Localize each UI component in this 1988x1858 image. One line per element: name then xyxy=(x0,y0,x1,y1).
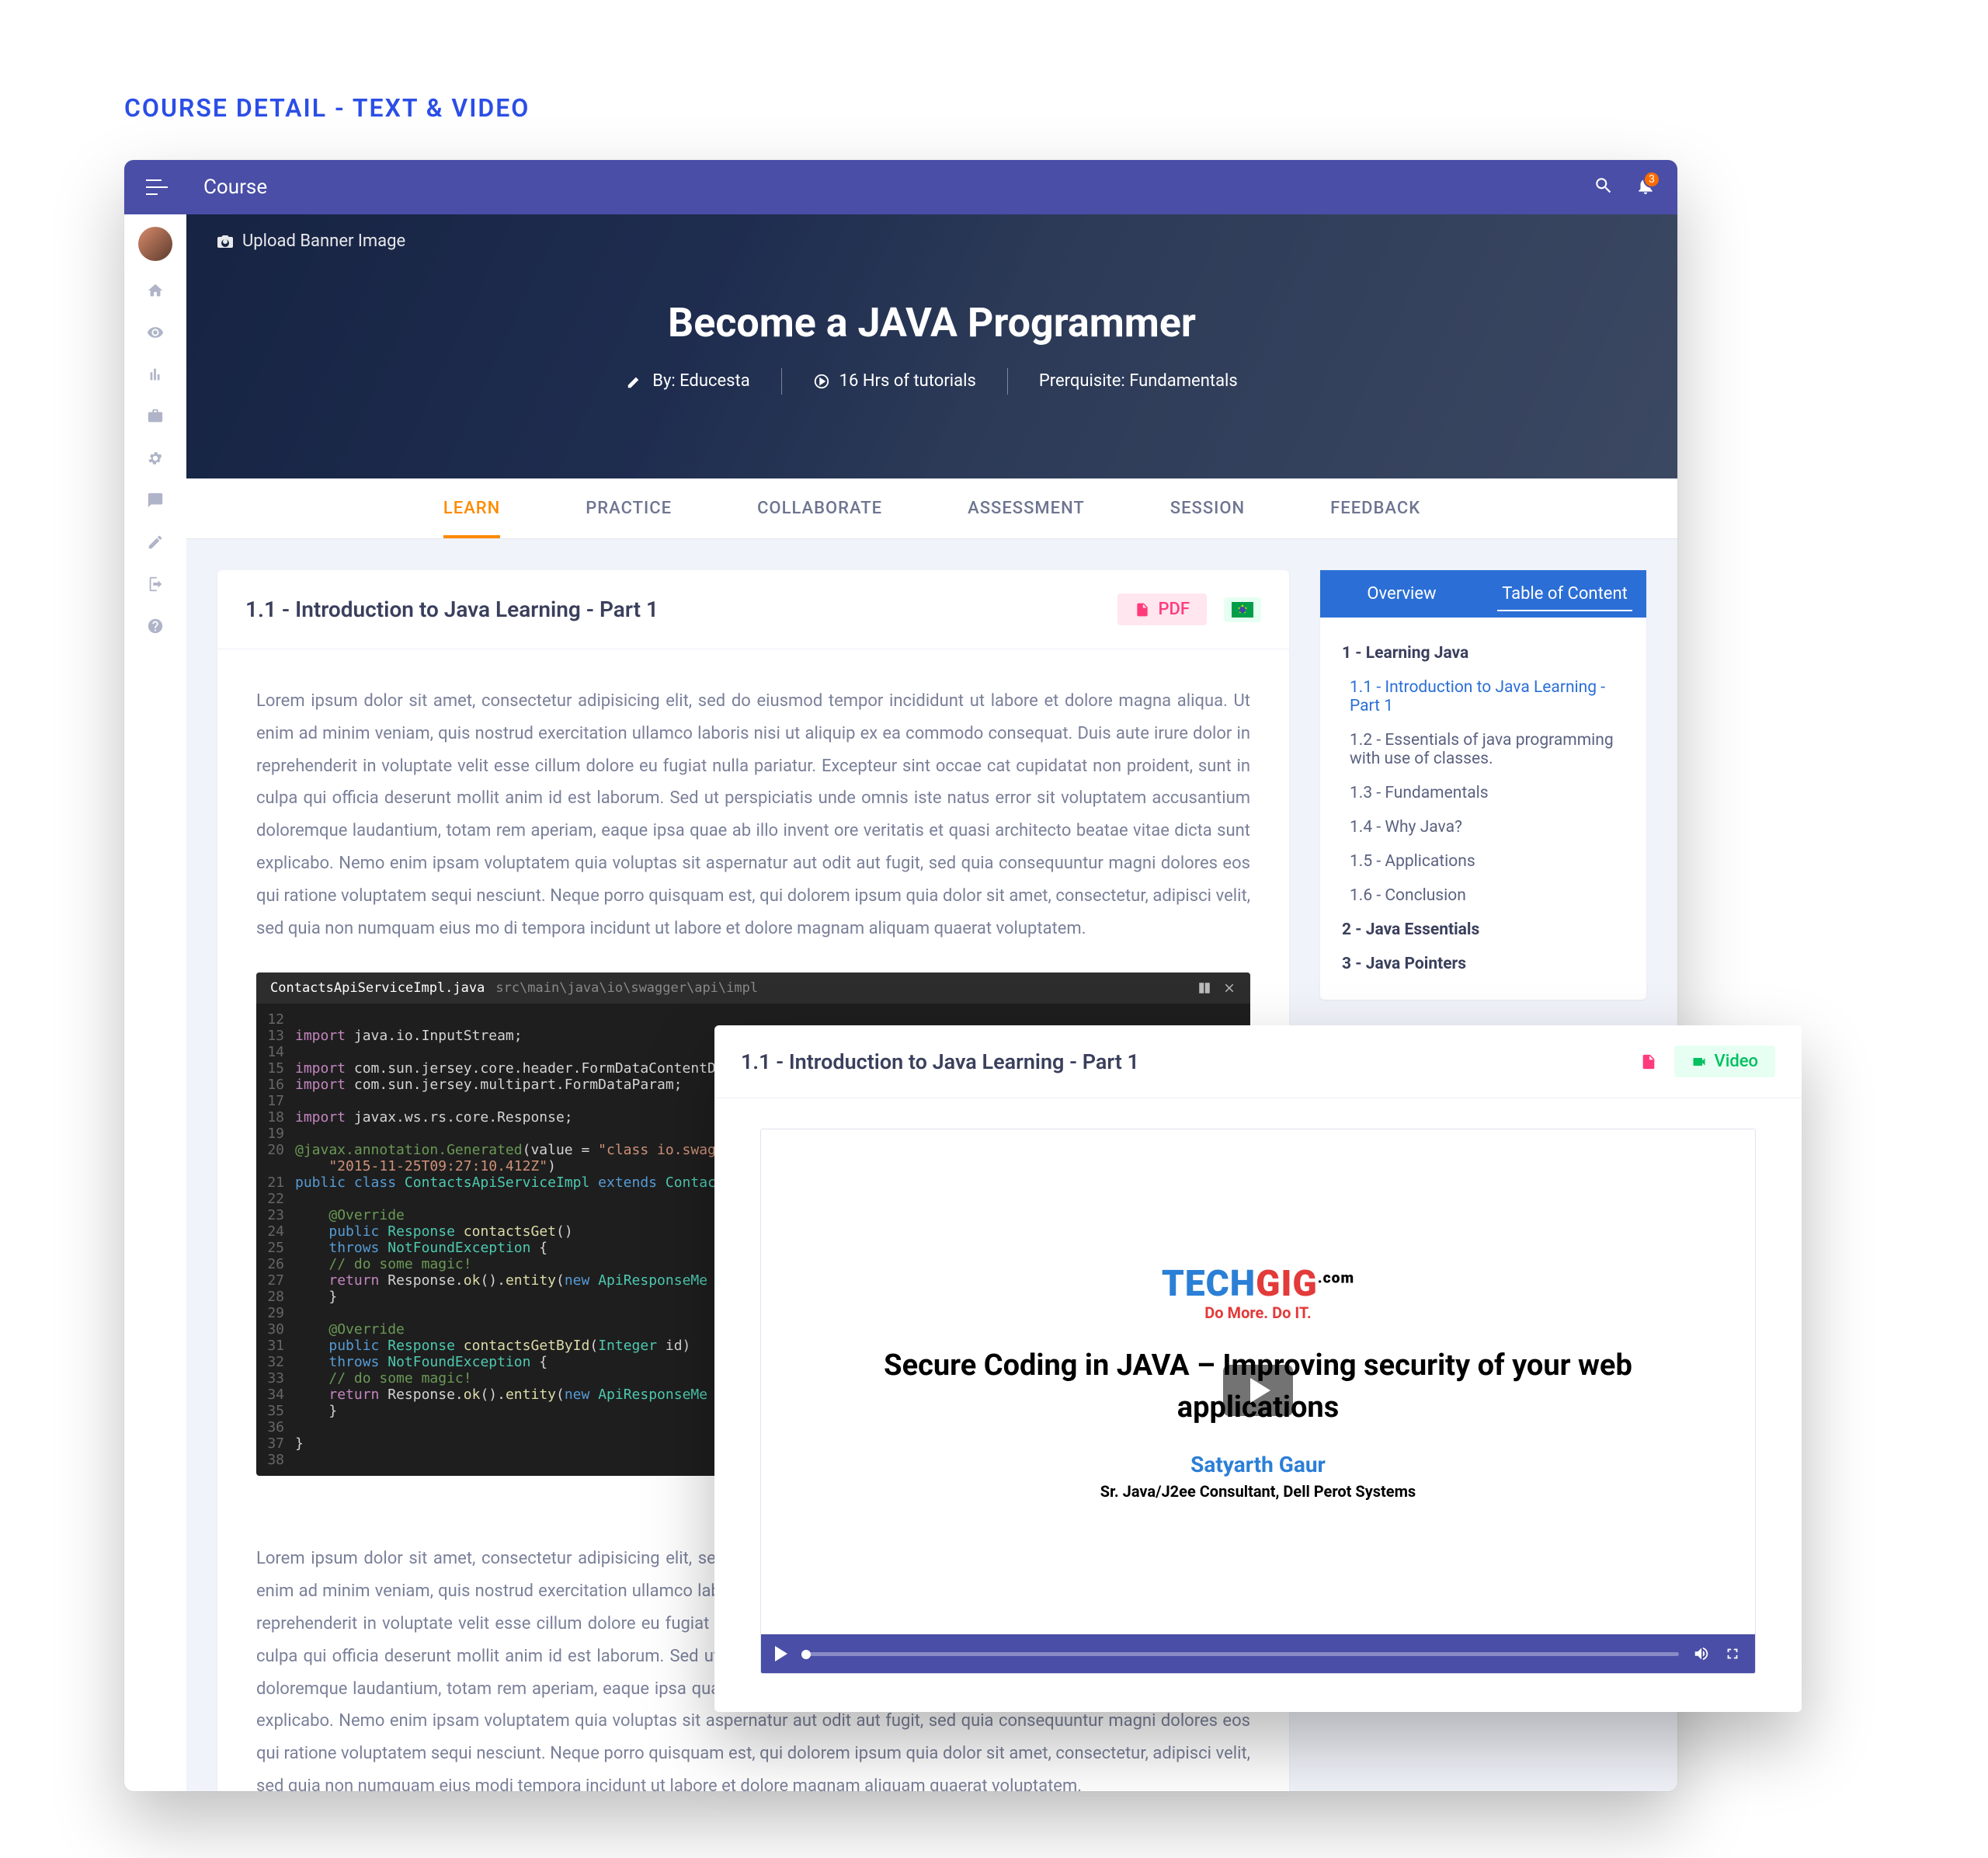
menu-icon[interactable] xyxy=(146,179,168,195)
tab-feedback[interactable]: FEEDBACK xyxy=(1330,478,1420,538)
nav-visibility[interactable] xyxy=(143,320,168,345)
pencil-icon xyxy=(626,373,643,390)
logout-icon xyxy=(147,576,164,593)
nav-analytics[interactable] xyxy=(143,362,168,387)
toc-item-1-5[interactable]: 1.5 - Applications xyxy=(1342,844,1625,879)
video-button[interactable]: Video xyxy=(1674,1046,1775,1077)
chat-icon xyxy=(147,492,164,509)
play-circle-icon xyxy=(813,373,830,390)
course-title: Become a JAVA Programmer xyxy=(668,299,1196,346)
help-icon xyxy=(147,618,164,635)
toc-item-1-2[interactable]: 1.2 - Essentials of java programming wit… xyxy=(1342,723,1625,776)
panel-tab-toc[interactable]: Table of Content xyxy=(1483,570,1646,618)
tab-assessment[interactable]: ASSESSMENT xyxy=(968,478,1085,538)
video-lesson-title: 1.1 - Introduction to Java Learning - Pa… xyxy=(741,1049,1139,1074)
pdf-icon xyxy=(1135,602,1150,618)
language-toggle[interactable] xyxy=(1224,597,1261,622)
toc-chapter-2[interactable]: 2 - Java Essentials xyxy=(1342,913,1625,947)
toc-item-1-6[interactable]: 1.6 - Conclusion xyxy=(1342,879,1625,913)
video-controls xyxy=(761,1634,1755,1673)
video-author: Satyarth Gaur xyxy=(1190,1452,1326,1477)
video-card: 1.1 - Introduction to Java Learning - Pa… xyxy=(714,1025,1802,1712)
split-icon[interactable] xyxy=(1197,981,1211,995)
nav-settings[interactable] xyxy=(143,446,168,471)
course-duration: 16 Hrs of tutorials xyxy=(813,371,976,391)
tab-session[interactable]: SESSION xyxy=(1170,478,1245,538)
upload-banner-label: Upload Banner Image xyxy=(242,231,405,251)
toc-chapter-1[interactable]: 1 - Learning Java xyxy=(1342,636,1625,670)
toc-item-1-1[interactable]: 1.1 - Introduction to Java Learning - Pa… xyxy=(1342,670,1625,723)
nav-logout[interactable] xyxy=(143,572,168,597)
course-author: By: Educesta xyxy=(626,371,749,391)
video-icon xyxy=(1691,1054,1707,1070)
upload-banner-button[interactable]: Upload Banner Image xyxy=(216,231,405,251)
seek-bar[interactable] xyxy=(801,1652,1679,1656)
notification-badge: 3 xyxy=(1643,171,1660,188)
eye-icon xyxy=(147,324,164,341)
toc-item-1-4[interactable]: 1.4 - Why Java? xyxy=(1342,810,1625,844)
pencil-icon xyxy=(147,534,164,551)
nav-briefcase[interactable] xyxy=(143,404,168,429)
lesson-title: 1.1 - Introduction to Java Learning - Pa… xyxy=(245,597,659,622)
avatar[interactable] xyxy=(138,227,172,261)
toc-panel: Overview Table of Content 1 - Learning J… xyxy=(1320,570,1646,1000)
camera-icon xyxy=(216,232,235,251)
design-title: COURSE DETAIL - TEXT & VIDEO xyxy=(124,93,1864,123)
video-tagline: Do More. Do IT. xyxy=(1204,1303,1311,1322)
tab-practice[interactable]: PRACTICE xyxy=(586,478,672,538)
code-filename: ContactsApiServiceImpl.java xyxy=(270,980,485,996)
gear-icon xyxy=(147,450,164,467)
nav-messages[interactable] xyxy=(143,488,168,513)
control-play[interactable] xyxy=(775,1646,787,1661)
page-title: Course xyxy=(203,176,267,199)
lesson-body: Lorem ipsum dolor sit amet, consectetur … xyxy=(217,649,1289,972)
code-path: src\main\java\io\swagger\api\impl xyxy=(495,980,758,996)
course-tabs: LEARN PRACTICE COLLABORATE ASSESSMENT SE… xyxy=(186,478,1677,539)
video-logo: TECHGIG.com xyxy=(1162,1263,1354,1305)
briefcase-icon xyxy=(147,408,164,425)
nav-edit[interactable] xyxy=(143,530,168,555)
search-icon xyxy=(1594,176,1614,196)
sidebar xyxy=(124,214,186,1791)
pdf-button[interactable]: PDF xyxy=(1117,593,1207,625)
video-subtitle: Sr. Java/J2ee Consultant, Dell Perot Sys… xyxy=(1100,1482,1416,1501)
fullscreen-icon[interactable] xyxy=(1724,1645,1741,1662)
toc-item-1-3[interactable]: 1.3 - Fundamentals xyxy=(1342,776,1625,810)
course-banner: Upload Banner Image Become a JAVA Progra… xyxy=(186,214,1677,478)
tab-learn[interactable]: LEARN xyxy=(443,478,500,538)
close-icon[interactable] xyxy=(1222,981,1236,995)
panel-tab-overview[interactable]: Overview xyxy=(1320,570,1483,618)
flag-icon xyxy=(1232,602,1253,618)
home-icon xyxy=(147,282,164,299)
notifications-button[interactable]: 3 xyxy=(1635,176,1656,199)
topbar: Course 3 xyxy=(124,160,1677,214)
volume-icon[interactable] xyxy=(1693,1645,1710,1662)
chart-icon xyxy=(147,366,164,383)
play-button[interactable] xyxy=(1223,1365,1293,1416)
video-player[interactable]: TECHGIG.com Do More. Do IT. Secure Codin… xyxy=(761,1129,1755,1673)
course-prereq: Prerquisite: Fundamentals xyxy=(1039,371,1238,391)
search-button[interactable] xyxy=(1594,176,1614,199)
pdf-icon[interactable] xyxy=(1640,1053,1657,1070)
tab-collaborate[interactable]: COLLABORATE xyxy=(757,478,882,538)
toc-chapter-3[interactable]: 3 - Java Pointers xyxy=(1342,947,1625,981)
nav-help[interactable] xyxy=(143,614,168,638)
nav-home[interactable] xyxy=(143,278,168,303)
